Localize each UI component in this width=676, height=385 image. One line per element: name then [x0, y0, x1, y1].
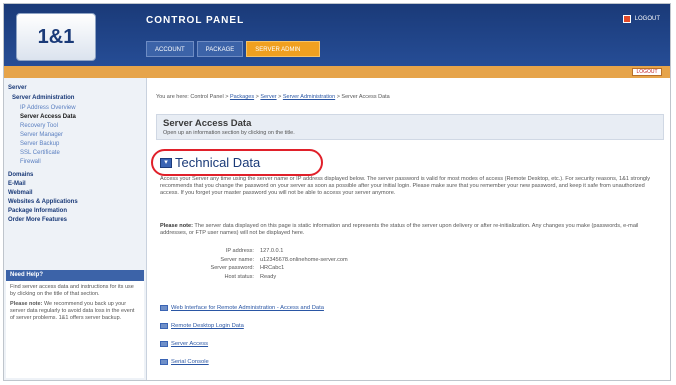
info-label: Server name: — [220, 256, 254, 263]
link-label: Serial Console — [171, 359, 209, 365]
breadcrumb: You are here: Control Panel > Packages >… — [156, 94, 390, 100]
info-value: Ready — [260, 273, 277, 280]
page-title-box: Server Access Data Open up an informatio… — [156, 114, 664, 140]
expand-icon — [160, 305, 168, 311]
expand-icon — [160, 341, 168, 347]
tab-account[interactable]: ACCOUNT — [146, 41, 194, 57]
link-server-access[interactable]: Server Access — [160, 341, 208, 347]
help-note-bold: Please note: — [10, 301, 43, 307]
info-row-server-name: Server name: u12345678.onlinehome-server… — [186, 256, 348, 266]
sub-bar: LOGOUT — [4, 66, 670, 78]
link-label: Remote Desktop Login Data — [171, 323, 244, 329]
sidebar-item-server-manager[interactable]: Server Manager — [20, 132, 63, 138]
page-title: Server Access Data — [163, 118, 252, 129]
breadcrumb-link-server-admin[interactable]: Server Administration — [283, 94, 335, 100]
link-label: Server Access — [171, 341, 209, 347]
sidebar-item-server-access-data[interactable]: Server Access Data — [20, 114, 76, 120]
info-label: Server password: — [210, 265, 254, 271]
tab-package[interactable]: PACKAGE — [196, 41, 244, 57]
sidebar-item-server[interactable]: Server — [8, 85, 27, 91]
info-value: HRCabc1 — [260, 265, 285, 271]
help-note: Please note: We recommend you back up yo… — [6, 298, 144, 322]
server-info-table: IP address: 127.0.0.1 Server name: u1234… — [186, 248, 348, 283]
info-value: 127.0.0.1 — [260, 248, 284, 254]
technical-data-title: Technical Data — [175, 155, 261, 170]
logo[interactable]: 1&1 — [16, 13, 96, 61]
breadcrumb-current: > Server Access Data — [336, 94, 390, 100]
control-panel-window: 1&1 CONTROL PANEL ACCOUNT PACKAGE SERVER… — [3, 3, 671, 381]
expand-icon — [160, 359, 168, 365]
link-serial-console[interactable]: Serial Console — [160, 359, 209, 365]
sidebar-item-ip-overview[interactable]: IP Address Overview — [20, 105, 76, 111]
page-heading: CONTROL PANEL — [146, 15, 245, 26]
sidebar-item-domains[interactable]: Domains — [8, 172, 33, 178]
info-row-host-status: Host status: Ready — [186, 274, 348, 283]
note-text: The server data displayed on this page i… — [160, 223, 639, 237]
help-box: Need Help? Find server access data and i… — [6, 270, 144, 378]
link-web-interface[interactable]: Web Interface for Remote Administration … — [160, 305, 324, 311]
link-label: Web Interface for Remote Administration … — [171, 305, 324, 311]
sidebar-item-server-backup[interactable]: Server Backup — [20, 141, 59, 147]
sidebar-item-email[interactable]: E-Mail — [8, 181, 26, 187]
sidebar-item-webmail[interactable]: Webmail — [8, 190, 33, 196]
info-value: u12345678.onlinehome-server.com — [260, 256, 348, 263]
sidebar: Server Server Administration IP Address … — [4, 78, 147, 380]
sidebar-item-ssl-certificate[interactable]: SSL Certificate — [20, 150, 60, 156]
breadcrumb-link-server[interactable]: Server — [260, 94, 276, 100]
page-subtitle: Open up an information section by clicki… — [163, 130, 295, 136]
sidebar-section-title[interactable]: Server Administration — [12, 95, 74, 101]
breadcrumb-prefix: You are here: Control Panel > — [156, 94, 229, 100]
help-text: Find server access data and instructions… — [10, 284, 134, 297]
note-paragraph: Please note: The server data displayed o… — [160, 223, 660, 237]
sidebar-item-package-info[interactable]: Package Information — [8, 208, 67, 214]
sidebar-item-recovery-tool[interactable]: Recovery Tool — [20, 123, 58, 129]
logout-link[interactable]: LOGOUT — [622, 15, 660, 23]
access-info-paragraph: Access your Server any time using the se… — [160, 176, 651, 197]
info-row-ip: IP address: 127.0.0.1 — [186, 248, 348, 257]
sidebar-item-firewall[interactable]: Firewall — [20, 159, 41, 165]
note-bold: Please note: — [160, 223, 193, 229]
breadcrumb-link-packages[interactable]: Packages — [230, 94, 254, 100]
header: 1&1 CONTROL PANEL ACCOUNT PACKAGE SERVER… — [4, 4, 670, 66]
sidebar-item-order-features[interactable]: Order More Features — [8, 217, 67, 223]
collapse-icon: ▾ — [160, 157, 172, 168]
info-label: IP address: — [225, 248, 254, 254]
expand-icon — [160, 323, 168, 329]
logout-button[interactable]: LOGOUT — [632, 68, 662, 76]
info-row-password: Server password: HRCabc1 — [186, 265, 348, 274]
tab-server-admin[interactable]: SERVER ADMIN — [246, 41, 321, 57]
sidebar-item-websites[interactable]: Websites & Applications — [8, 199, 78, 205]
info-label: Host status: — [224, 273, 254, 280]
top-tabs: ACCOUNT PACKAGE SERVER ADMIN — [146, 41, 321, 57]
help-title: Need Help? — [6, 270, 144, 281]
technical-data-toggle[interactable]: ▾ Technical Data — [160, 155, 260, 170]
logout-icon — [622, 15, 631, 23]
main-content: You are here: Control Panel > Packages >… — [151, 78, 666, 380]
logout-label: LOGOUT — [634, 16, 660, 22]
link-remote-desktop[interactable]: Remote Desktop Login Data — [160, 323, 244, 329]
